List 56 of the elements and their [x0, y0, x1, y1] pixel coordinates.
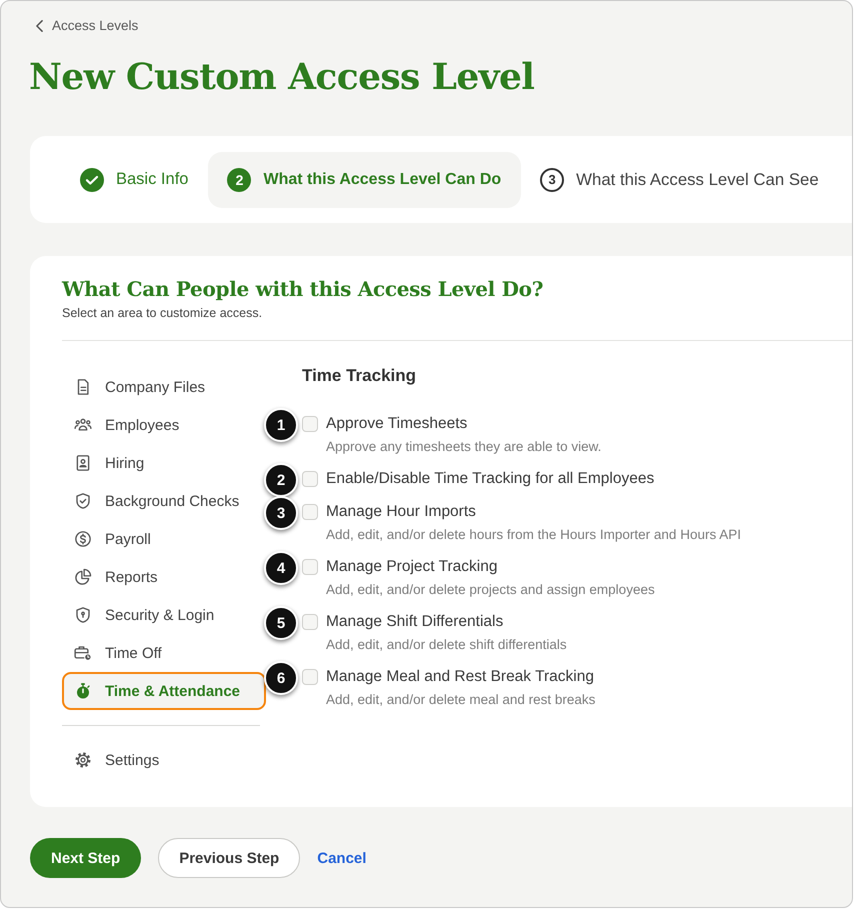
step-tab[interactable]: 2 What this Access Level Can Do	[208, 152, 522, 208]
permission-label: Manage Shift Differentials	[326, 612, 504, 632]
checkbox[interactable]	[302, 669, 318, 685]
step-number: 3	[540, 168, 564, 192]
callout-marker: 6	[264, 661, 298, 695]
sidebar-item[interactable]: Background Checks	[62, 482, 266, 520]
sidebar-item[interactable]: Hiring	[62, 444, 266, 482]
cancel-link[interactable]: Cancel	[317, 850, 366, 866]
group-title: Time Tracking	[302, 365, 418, 387]
step-tab[interactable]: 3 What this Access Level Can See	[521, 152, 839, 208]
page-title: New Custom Access Level	[29, 55, 536, 100]
previous-step-button[interactable]: Previous Step	[158, 838, 300, 878]
permission-description: Add, edit, and/or delete hours from the Hours Importer and Hours API	[326, 526, 741, 544]
sidebar-item[interactable]: Employees	[62, 406, 266, 444]
sidebar-item[interactable]: Security & Login	[62, 596, 266, 634]
next-step-button[interactable]: Next Step	[30, 838, 142, 878]
checkbox[interactable]	[302, 614, 318, 630]
sidebar-item[interactable]: Company Files	[62, 368, 266, 406]
briefcase-clock-icon	[74, 644, 92, 662]
callout-marker: 4	[264, 551, 298, 585]
shield-keyhole-icon	[74, 606, 92, 624]
id-badge-icon	[74, 454, 92, 472]
permission-label: Manage Project Tracking	[326, 557, 498, 577]
sidebar-item[interactable]: Payroll	[62, 520, 266, 558]
dollar-circle-icon	[74, 530, 92, 548]
step-number: 2	[227, 168, 252, 192]
checkbox[interactable]	[302, 504, 318, 520]
permission-label: Approve Timesheets	[326, 414, 468, 434]
checkbox[interactable]	[302, 416, 318, 432]
settings-icon	[74, 751, 92, 769]
settings-item[interactable]: Settings	[62, 741, 266, 779]
checkbox[interactable]	[302, 471, 318, 487]
sidebar-item[interactable]: Reports	[62, 558, 266, 596]
sidebar-item[interactable]: Time Off	[62, 634, 266, 672]
breadcrumb-link[interactable]: Access Levels	[36, 18, 138, 34]
permission-label: Manage Meal and Rest Break Tracking	[326, 667, 595, 687]
permission-description: Add, edit, and/or delete meal and rest breaks	[326, 691, 596, 709]
chevron-left-icon	[36, 20, 43, 32]
permission-label: Enable/Disable Time Tracking for all Employees	[326, 469, 654, 489]
callout-marker: 5	[264, 606, 298, 640]
callout-marker: 2	[264, 463, 298, 497]
stopwatch-icon	[74, 682, 92, 700]
permission-description: Add, edit, and/or delete projects and assign employees	[326, 581, 655, 599]
shield-check-icon	[74, 492, 92, 510]
sidebar-item[interactable]: Time & Attendance	[62, 672, 266, 710]
section-subheading: Select an area to customize access.	[62, 305, 264, 321]
permission-label: Manage Hour Imports	[326, 502, 477, 522]
pie-chart-icon	[74, 568, 92, 586]
section-heading: What Can People with this Access Level Do?	[62, 276, 544, 303]
callout-marker: 3	[264, 496, 298, 530]
checkbox[interactable]	[302, 559, 318, 575]
check-circle-icon	[80, 168, 104, 192]
permission-description: Approve any timesheets they are able to view.	[326, 438, 602, 456]
permission-description: Add, edit, and/or delete shift differentials	[326, 636, 567, 654]
callout-marker: 1	[264, 408, 298, 442]
step-tab[interactable]: Basic Info	[61, 152, 208, 208]
